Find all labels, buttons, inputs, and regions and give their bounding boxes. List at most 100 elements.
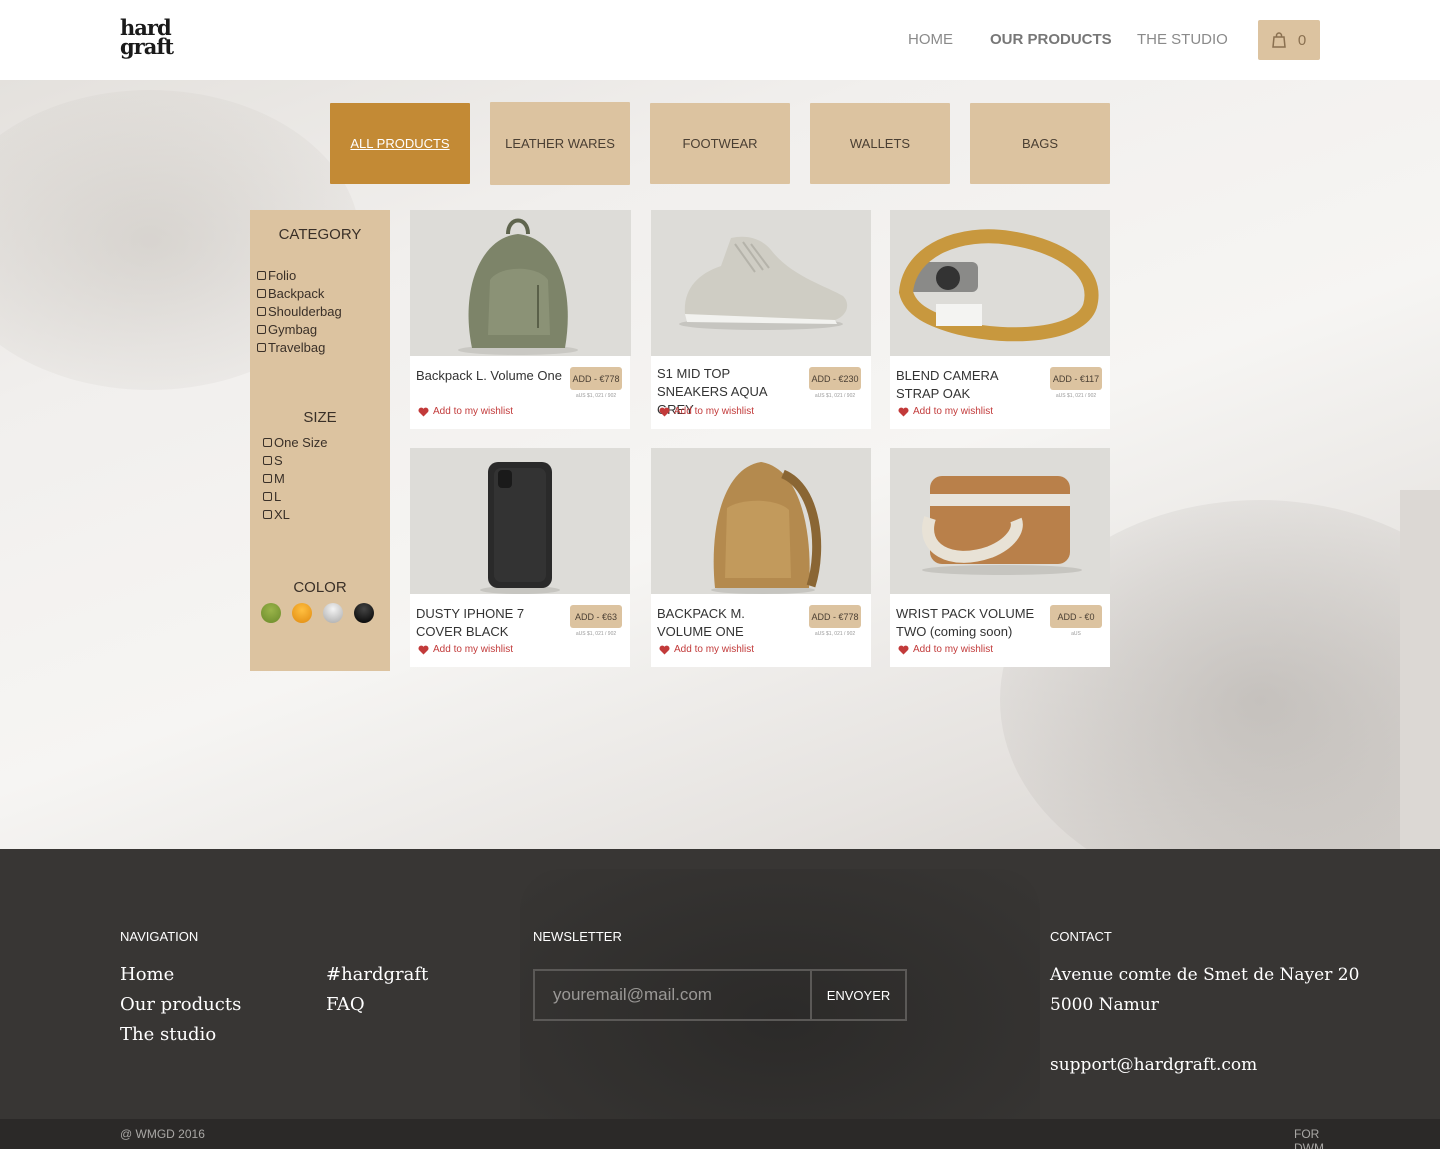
checkbox-icon[interactable] <box>263 492 272 501</box>
tab-all-products[interactable]: ALL PRODUCTS <box>330 103 470 184</box>
filter-label: Gymbag <box>268 322 318 337</box>
filter-category-shoulderbag[interactable]: Shoulderbag <box>257 304 342 319</box>
checkbox-icon[interactable] <box>257 307 266 316</box>
product-name[interactable]: DUSTY IPHONE 7 COVER BLACK <box>416 605 562 641</box>
product-image[interactable] <box>410 448 630 594</box>
checkbox-icon[interactable] <box>257 271 266 280</box>
color-swatch-green[interactable] <box>261 603 281 623</box>
filter-category-folio[interactable]: Folio <box>257 268 296 283</box>
tab-bags[interactable]: BAGS <box>970 103 1110 184</box>
checkbox-icon[interactable] <box>263 456 272 465</box>
add-to-cart-button[interactable]: ADD - €63 <box>570 605 622 628</box>
add-to-cart-button[interactable]: ADD - €778 <box>570 367 622 390</box>
filter-category-travelbag[interactable]: Travelbag <box>257 340 325 355</box>
credit-text: FOR DWM <box>1294 1127 1324 1149</box>
filter-label: L <box>274 489 282 504</box>
footer-link-faq[interactable]: FAQ <box>326 994 365 1015</box>
wishlist-label: Add to my wishlist <box>913 644 994 655</box>
product-card-backpack-l[interactable]: Backpack L. Volume One ADD - €778 aUS $1… <box>410 210 631 429</box>
checkbox-icon[interactable] <box>257 343 266 352</box>
credit-line-2: DWM <box>1294 1141 1324 1149</box>
tab-leather-wares[interactable]: LEATHER WARES <box>490 102 630 185</box>
filter-size-l[interactable]: L <box>263 489 281 504</box>
product-name[interactable]: Backpack L. Volume One <box>416 367 562 385</box>
filter-label: One Size <box>274 435 328 450</box>
filter-size-s[interactable]: S <box>263 453 283 468</box>
product-name[interactable]: BLEND CAMERA STRAP OAK <box>896 367 1042 403</box>
heart-icon <box>659 645 670 654</box>
product-image[interactable] <box>410 210 631 356</box>
add-to-cart-button[interactable]: ADD - €230 <box>809 367 861 390</box>
add-to-wishlist-link[interactable]: Add to my wishlist <box>659 644 754 655</box>
add-to-wishlist-link[interactable]: Add to my wishlist <box>898 406 993 417</box>
footer-bottom-bar: @ WMGD 2016 FOR DWM <box>0 1119 1440 1149</box>
checkbox-icon[interactable] <box>263 438 272 447</box>
cart-count: 0 <box>1297 31 1307 49</box>
color-filter-title: COLOR <box>293 579 347 596</box>
filter-label: Travelbag <box>268 340 326 355</box>
tab-footwear[interactable]: FOOTWEAR <box>650 103 790 184</box>
add-to-wishlist-link[interactable]: Add to my wishlist <box>418 644 513 655</box>
category-filter-title: CATEGORY <box>278 226 362 243</box>
filter-sidebar: CATEGORY Folio Backpack Shoulderbag Gymb… <box>250 210 390 671</box>
add-to-wishlist-link[interactable]: Add to my wishlist <box>898 644 993 655</box>
product-image[interactable] <box>890 210 1110 356</box>
nav-studio-link[interactable]: THE STUDIO <box>1137 31 1228 48</box>
checkbox-icon[interactable] <box>257 289 266 298</box>
color-swatch-orange[interactable] <box>292 603 312 623</box>
contact-email-link[interactable]: support@hardgraft.com <box>1050 1055 1257 1075</box>
tab-wallets[interactable]: WALLETS <box>810 103 950 184</box>
add-to-wishlist-link[interactable]: Add to my wishlist <box>418 406 513 417</box>
cart-button[interactable]: 0 <box>1258 20 1320 60</box>
filter-size-m[interactable]: M <box>263 471 285 486</box>
product-card-backpack-m[interactable]: BACKPACK M. VOLUME ONE ADD - €778 aUS $1… <box>651 448 871 667</box>
footer-link-the-studio[interactable]: The studio <box>120 1024 216 1045</box>
backpack-image <box>651 448 871 594</box>
product-alt-price: aUS $1, 021 / 902 <box>814 631 856 637</box>
brand-logo[interactable]: hard graft <box>120 17 174 57</box>
phone-cover-image <box>410 448 630 594</box>
product-name[interactable]: WRIST PACK VOLUME TWO (coming soon) <box>896 605 1042 641</box>
sneaker-image <box>651 210 871 356</box>
footer-link-home[interactable]: Home <box>120 964 174 985</box>
filter-category-backpack[interactable]: Backpack <box>257 286 324 301</box>
product-image[interactable] <box>890 448 1110 594</box>
color-swatch-black[interactable] <box>354 603 374 623</box>
filter-size-one-size[interactable]: One Size <box>263 435 327 450</box>
footer-newsletter-title: NEWSLETTER <box>533 929 622 944</box>
product-name[interactable]: BACKPACK M. VOLUME ONE <box>657 605 803 641</box>
product-image[interactable] <box>651 210 871 356</box>
site-footer: NAVIGATION Home Our products The studio … <box>0 849 1440 1119</box>
copyright-text: @ WMGD 2016 <box>120 1127 205 1141</box>
product-image[interactable] <box>651 448 871 594</box>
footer-link-hardgraft[interactable]: #hardgraft <box>326 964 428 985</box>
add-to-wishlist-link[interactable]: Add to my wishlist <box>659 406 754 417</box>
heart-icon <box>898 407 909 416</box>
newsletter-email-input[interactable] <box>533 969 811 1021</box>
nav-products-link[interactable]: OUR PRODUCTS <box>990 31 1112 48</box>
backpack-image <box>410 210 631 356</box>
checkbox-icon[interactable] <box>257 325 266 334</box>
wishlist-label: Add to my wishlist <box>674 644 755 655</box>
product-card-wrist-pack[interactable]: WRIST PACK VOLUME TWO (coming soon) ADD … <box>890 448 1110 667</box>
color-swatch-grey[interactable] <box>323 603 343 623</box>
wishlist-label: Add to my wishlist <box>433 406 514 417</box>
add-to-cart-button[interactable]: ADD - €0 <box>1050 605 1102 628</box>
add-to-cart-button[interactable]: ADD - €117 <box>1050 367 1102 390</box>
nav-home-link[interactable]: HOME <box>908 31 953 48</box>
product-card-sneakers[interactable]: S1 MID TOP SNEAKERS AQUA GREY ADD - €230… <box>651 210 871 429</box>
footer-link-our-products[interactable]: Our products <box>120 994 241 1015</box>
checkbox-icon[interactable] <box>263 510 272 519</box>
product-card-iphone-cover[interactable]: DUSTY IPHONE 7 COVER BLACK ADD - €63 aUS… <box>410 448 630 667</box>
size-filter-title: SIZE <box>303 409 337 426</box>
add-to-cart-button[interactable]: ADD - €778 <box>809 605 861 628</box>
checkbox-icon[interactable] <box>263 474 272 483</box>
product-card-camera-strap[interactable]: BLEND CAMERA STRAP OAK ADD - €117 aUS $1… <box>890 210 1110 429</box>
filter-size-xl[interactable]: XL <box>263 507 290 522</box>
filter-label: M <box>274 471 285 486</box>
filter-category-gymbag[interactable]: Gymbag <box>257 322 317 337</box>
shopping-bag-icon <box>1271 32 1286 48</box>
product-alt-price: aUS $1, 021 / 902 <box>575 393 617 399</box>
newsletter-submit-button[interactable]: ENVOYER <box>810 969 907 1021</box>
product-alt-price: aUS $1, 021 / 902 <box>1055 393 1097 399</box>
